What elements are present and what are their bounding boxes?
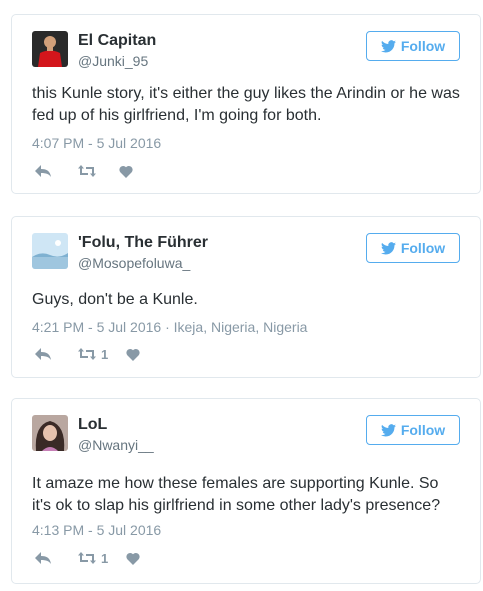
follow-label: Follow (400, 422, 446, 438)
follow-label: Follow (400, 38, 446, 54)
like-icon[interactable] (126, 348, 140, 361)
twitter-bird-icon (380, 39, 396, 52)
retweet-icon (78, 348, 96, 360)
display-name[interactable]: 'Folu, The Führer (78, 234, 208, 252)
avatar[interactable] (32, 233, 68, 269)
follow-label: Follow (400, 240, 446, 256)
tweet-card: El Capitan @Junki_95 Follow this Kunle s… (11, 14, 481, 194)
reply-icon[interactable] (34, 551, 52, 565)
reply-icon[interactable] (34, 164, 52, 178)
tweet-timestamp[interactable]: 4:07 PM - 5 Jul 2016 (32, 135, 161, 151)
tweet-actions (34, 163, 133, 179)
retweet-button[interactable] (78, 164, 101, 178)
tweet-timestamp[interactable]: 4:21 PM - 5 Jul 2016 · Ikeja, Nigeria, N… (32, 319, 307, 335)
like-icon[interactable] (126, 552, 140, 565)
twitter-bird-icon (380, 423, 396, 436)
follow-button[interactable]: Follow (366, 31, 460, 61)
reply-icon[interactable] (34, 347, 52, 361)
tweet-actions: 1 (34, 550, 140, 566)
retweet-count: 1 (101, 550, 109, 566)
display-name[interactable]: LoL (78, 416, 107, 434)
tweet-card: LoL @Nwanyi__ Follow It amaze me how the… (11, 398, 481, 584)
retweet-icon (78, 552, 96, 564)
user-handle[interactable]: @Mosopefoluwa_ (78, 255, 190, 271)
retweet-button[interactable]: 1 (78, 551, 108, 566)
avatar[interactable] (32, 415, 68, 451)
tweet-timestamp[interactable]: 4:13 PM - 5 Jul 2016 (32, 522, 161, 538)
retweet-button[interactable]: 1 (78, 347, 108, 362)
follow-button[interactable]: Follow (366, 233, 460, 263)
twitter-bird-icon (380, 241, 396, 254)
user-handle[interactable]: @Junki_95 (78, 53, 148, 69)
retweet-icon (78, 165, 96, 177)
tweet-text: It amaze me how these females are suppor… (32, 475, 441, 514)
follow-button[interactable]: Follow (366, 415, 460, 445)
retweet-count: 1 (101, 346, 109, 362)
tweet-actions: 1 (34, 346, 140, 362)
tweet-card: 'Folu, The Führer @Mosopefoluwa_ Follow … (11, 216, 481, 378)
tweet-text: this Kunle story, it's either the guy li… (32, 85, 460, 124)
tweet-text: Guys, don't be a Kunle. (32, 291, 198, 308)
display-name[interactable]: El Capitan (78, 32, 156, 50)
like-icon[interactable] (119, 165, 133, 178)
user-handle[interactable]: @Nwanyi__ (78, 437, 154, 453)
avatar[interactable] (32, 31, 68, 67)
